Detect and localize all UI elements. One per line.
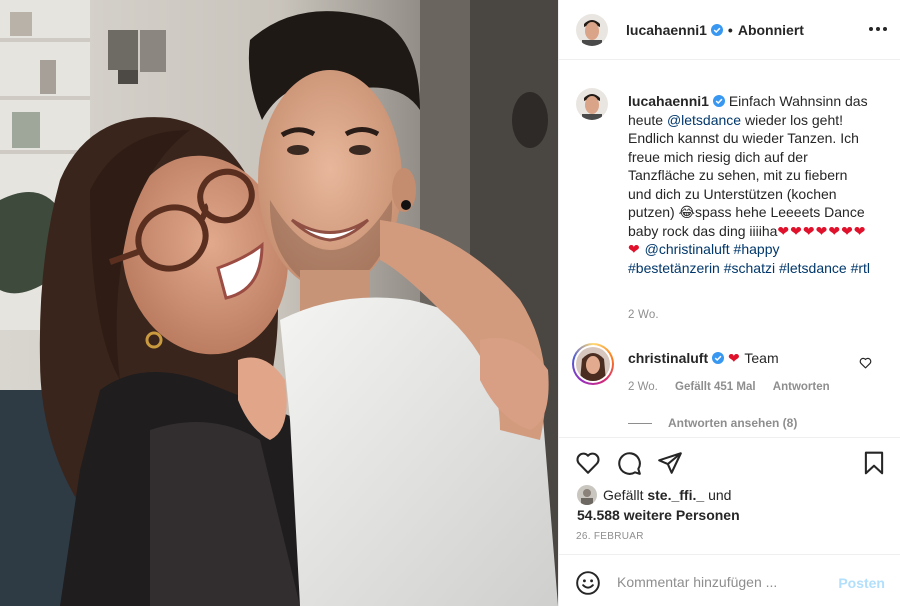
liker-avatar-image bbox=[577, 485, 597, 505]
comment-reply-button[interactable]: Antworten bbox=[773, 381, 830, 393]
comment-meta: 2 Wo. Gefällt 451 Mal Antworten bbox=[628, 381, 844, 393]
commenter-avatar-story-ring[interactable] bbox=[572, 343, 614, 385]
caption-username[interactable]: lucahaenni1 bbox=[628, 93, 709, 109]
laughing-emoji: 😂 bbox=[678, 204, 695, 220]
post-comment-button[interactable]: Posten bbox=[838, 575, 885, 591]
action-icons-row bbox=[575, 450, 887, 478]
post-photo[interactable] bbox=[0, 0, 558, 606]
hashtag-happy[interactable]: #happy bbox=[734, 241, 780, 257]
commenter-avatar-image bbox=[576, 347, 610, 381]
likes-connector: und bbox=[708, 487, 732, 503]
header-separator: • bbox=[727, 21, 733, 38]
hashtag-rtl[interactable]: #rtl bbox=[851, 260, 870, 276]
instagram-post: lucahaenni1 • Abonniert lucahaenni1 Einf… bbox=[0, 0, 900, 606]
caption-verified-badge-icon bbox=[712, 95, 725, 107]
likes-summary: Gefällt ste._ffi._ und 54.588 weitere Pe… bbox=[577, 485, 887, 525]
commenter-username[interactable]: christinaluft bbox=[628, 350, 708, 366]
author-avatar[interactable] bbox=[576, 13, 608, 46]
hashtag-bestetaenzerin[interactable]: #bestetänzerin bbox=[628, 260, 720, 276]
caption-text: lucahaenni1 Einfach Wahnsinn das heute @… bbox=[628, 92, 872, 277]
emoji-smiley-icon[interactable] bbox=[575, 570, 601, 596]
more-options-icon[interactable] bbox=[869, 22, 887, 36]
likes-others-count[interactable]: 54.588 weitere Personen bbox=[577, 507, 740, 523]
post-side-panel: lucahaenni1 • Abonniert lucahaenni1 Einf… bbox=[558, 0, 900, 606]
liker-avatar[interactable] bbox=[577, 485, 597, 505]
selfie-photo-illustration bbox=[0, 0, 558, 606]
add-comment-bar: Posten bbox=[559, 554, 900, 606]
caption-author-avatar[interactable] bbox=[576, 88, 608, 120]
hashtag-schatzi[interactable]: #schatzi bbox=[724, 260, 775, 276]
comment-like-count[interactable]: Gefällt 451 Mal bbox=[675, 381, 756, 393]
likes-prefix: Gefällt bbox=[603, 487, 644, 503]
heart-outline-icon[interactable] bbox=[575, 450, 601, 476]
comment-like-heart-icon[interactable] bbox=[859, 357, 872, 369]
comment-text: christinaluft ❤ Team bbox=[628, 350, 779, 367]
comment-body: Team bbox=[744, 350, 779, 366]
mention-christinaluft[interactable]: @christinaluft bbox=[645, 241, 730, 257]
commenter-verified-badge-icon bbox=[712, 352, 725, 364]
comment-input[interactable] bbox=[617, 569, 837, 595]
comment-heart-emoji: ❤ bbox=[728, 350, 741, 366]
view-replies-label: Antworten ansehen (8) bbox=[668, 416, 798, 430]
author-avatar-image bbox=[576, 13, 608, 46]
post-date[interactable]: 26. FEBRUAR bbox=[576, 531, 644, 542]
share-paper-plane-icon[interactable] bbox=[657, 450, 683, 476]
bookmark-icon[interactable] bbox=[861, 450, 887, 476]
liker-username[interactable]: ste._ffi._ bbox=[647, 487, 704, 503]
caption-timestamp[interactable]: 2 Wo. bbox=[628, 309, 659, 321]
post-header: lucahaenni1 • Abonniert bbox=[559, 0, 900, 60]
replies-divider-line bbox=[628, 422, 652, 424]
author-username[interactable]: lucahaenni1 bbox=[626, 22, 707, 38]
following-button[interactable]: Abonniert bbox=[738, 22, 804, 38]
caption-avatar-image bbox=[576, 88, 608, 120]
mention-letsdance[interactable]: @letsdance bbox=[667, 112, 741, 128]
view-replies-button[interactable]: Antworten ansehen (8) bbox=[628, 416, 797, 430]
comment-bubble-icon[interactable] bbox=[616, 450, 642, 476]
verified-badge-icon bbox=[710, 23, 723, 36]
hashtag-letsdance[interactable]: #letsdance bbox=[779, 260, 847, 276]
comment-timestamp[interactable]: 2 Wo. bbox=[628, 381, 658, 393]
